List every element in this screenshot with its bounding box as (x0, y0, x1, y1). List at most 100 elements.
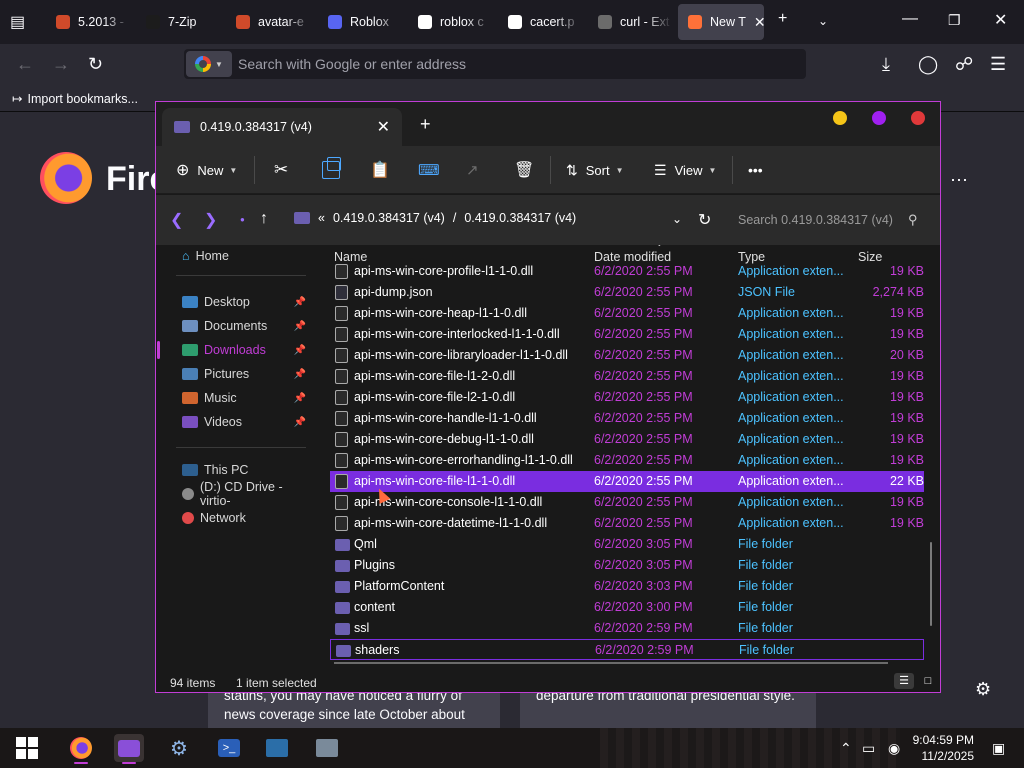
tiles-view-button[interactable]: □ (918, 673, 938, 689)
url-bar[interactable]: ▼ (184, 49, 806, 79)
close-tab-icon[interactable]: ✕ (754, 14, 764, 31)
file-row[interactable]: api-ms-win-core-datetime-l1-1-0.dll 6/2/2… (330, 513, 924, 534)
url-input[interactable] (238, 56, 778, 72)
delete-button[interactable]: 🗑 (514, 158, 534, 182)
rename-button[interactable]: ⌨ (418, 158, 440, 182)
breadcrumb-overflow[interactable]: « (318, 211, 325, 225)
system-clock[interactable]: 9:04:59 PM 11/2/2025 (913, 732, 974, 764)
share-button[interactable]: ↗ (466, 158, 479, 182)
folder-row[interactable]: Qml 6/2/2020 3:05 PM File folder (330, 534, 924, 555)
file-row[interactable]: api-ms-win-core-interlocked-l1-1-0.dll 6/… (330, 324, 924, 345)
address-dropdown-chevron-icon[interactable]: ⌄ (672, 212, 682, 226)
folder-row[interactable]: content 6/2/2020 3:00 PM File folder (330, 597, 924, 618)
display-icon[interactable]: ▭ (862, 740, 875, 757)
browser-tab[interactable]: New T ✕ (678, 4, 764, 40)
file-row[interactable]: api-ms-win-core-profile-l1-1-0.dll 6/2/20… (330, 261, 924, 282)
breadcrumb-segment[interactable]: 0.419.0.384317 (v4) (464, 211, 576, 225)
gear-icon[interactable]: ⚙ (975, 679, 991, 700)
close-dot-icon[interactable] (911, 111, 925, 125)
new-tab-plus-icon[interactable]: + (778, 10, 787, 28)
pin-icon[interactable]: 📌 (294, 417, 306, 428)
nav-item-network[interactable]: Network (156, 507, 314, 529)
new-tab-plus-icon[interactable]: + (420, 114, 431, 135)
browser-tab[interactable]: 7-Zip (136, 4, 220, 40)
search-box[interactable]: ⚲ (724, 203, 932, 237)
forward-arrow-icon[interactable]: → (52, 54, 70, 75)
pin-icon[interactable]: 📌 (294, 321, 306, 332)
maximize-dot-icon[interactable] (872, 111, 886, 125)
show-hidden-icons-chevron-icon[interactable]: ⌃ (840, 740, 852, 757)
taskbar-powershell[interactable]: >_ (214, 734, 244, 762)
extensions-icon[interactable]: ☍ (955, 54, 973, 75)
more-options-icon[interactable]: ⋯ (950, 170, 968, 191)
hamburger-menu-icon[interactable]: ☰ (990, 54, 1006, 75)
file-row[interactable]: api-ms-win-core-console-l1-1-0.dll 6/2/20… (330, 492, 924, 513)
pin-icon[interactable]: 📌 (294, 297, 306, 308)
pin-icon[interactable]: 📌 (294, 369, 306, 380)
file-row[interactable]: api-ms-win-core-errorhandling-l1-1-0.dll… (330, 450, 924, 471)
nav-item-desktop[interactable]: Desktop 📌 (156, 291, 314, 313)
browser-tab[interactable]: 5.2013 - (46, 4, 130, 40)
maximize-icon[interactable]: ❐ (948, 12, 961, 29)
paste-button[interactable]: 📋 (370, 158, 390, 182)
taskbar-monitor-app[interactable] (262, 734, 292, 762)
network-status-icon[interactable]: ◉ (888, 740, 900, 757)
nav-item-downloads[interactable]: Downloads 📌 (156, 339, 314, 361)
view-button[interactable]: ☰ View ▼ (654, 158, 716, 182)
refresh-icon[interactable]: ↻ (698, 210, 711, 230)
search-input[interactable] (738, 213, 908, 227)
file-row[interactable]: api-ms-win-core-debug-l1-1-0.dll 6/2/2020… (330, 429, 924, 450)
file-row[interactable]: api-ms-win-core-file-l1-1-0.dll 6/2/2020 … (330, 471, 924, 492)
nav-item-music[interactable]: Music 📌 (156, 387, 314, 409)
nav-item-cd-drive[interactable]: (D:) CD Drive - virtio- (156, 480, 314, 508)
start-button[interactable] (12, 734, 42, 762)
search-engine-button[interactable]: ▼ (186, 51, 232, 77)
back-arrow-icon[interactable]: ← (16, 54, 34, 75)
account-icon[interactable]: ◯ (918, 54, 938, 75)
folder-row[interactable]: PlatformContent 6/2/2020 3:03 PM File fold… (330, 576, 924, 597)
breadcrumb[interactable]: « 0.419.0.384317 (v4) / 0.419.0.384317 (… (294, 211, 576, 225)
file-row[interactable]: api-ms-win-core-heap-l1-1-0.dll 6/2/2020 … (330, 303, 924, 324)
minimize-dot-icon[interactable] (833, 111, 847, 125)
nav-item-videos[interactable]: Videos 📌 (156, 411, 314, 433)
file-row[interactable]: api-ms-win-core-libraryloader-l1-1-0.dll… (330, 345, 924, 366)
tab-overview-icon[interactable]: ▤ (10, 12, 25, 32)
import-bookmarks-button[interactable]: ↦ Import bookmarks... (12, 91, 138, 107)
new-button[interactable]: ⊕ New ▼ (176, 158, 237, 182)
browser-tab[interactable]: curl - Ext (588, 4, 672, 40)
file-row[interactable]: api-dump.json 6/2/2020 2:55 PM JSON File 2,… (330, 282, 924, 303)
browser-tab[interactable]: roblox c (408, 4, 492, 40)
browser-tab[interactable]: Roblox (318, 4, 402, 40)
recent-locations-icon[interactable]: ● (240, 215, 245, 224)
minimize-icon[interactable]: — (902, 10, 918, 28)
pin-icon[interactable]: 📌 (294, 345, 306, 356)
nav-item-pictures[interactable]: Pictures 📌 (156, 363, 314, 385)
explorer-tab[interactable]: 0.419.0.384317 (v4) ✕ (162, 108, 402, 146)
back-chevron-icon[interactable]: ❮ (170, 210, 183, 230)
see-more-button[interactable]: ••• (748, 158, 763, 182)
file-row[interactable]: api-ms-win-core-file-l2-1-0.dll 6/2/2020 … (330, 387, 924, 408)
downloads-icon[interactable]: ⤓ (882, 54, 890, 75)
nav-item-documents[interactable]: Documents 📌 (156, 315, 314, 337)
breadcrumb-segment[interactable]: 0.419.0.384317 (v4) (333, 211, 445, 225)
taskbar-settings[interactable]: ⚙ (164, 734, 194, 762)
folder-row[interactable]: ssl 6/2/2020 2:59 PM File folder (330, 618, 924, 639)
pin-icon[interactable]: 📌 (294, 393, 306, 404)
file-row[interactable]: api-ms-win-core-file-l1-2-0.dll 6/2/2020 … (330, 366, 924, 387)
browser-tab[interactable]: cacert.p (498, 4, 582, 40)
nav-item-this-pc[interactable]: This PC (156, 459, 314, 481)
details-view-button[interactable]: ☰ (894, 673, 914, 689)
forward-chevron-icon[interactable]: ❯ (204, 210, 217, 230)
sort-button[interactable]: ⇅ Sort ▼ (566, 158, 624, 182)
copy-button[interactable] (322, 157, 341, 182)
file-row[interactable]: api-ms-win-core-handle-l1-1-0.dll 6/2/202… (330, 408, 924, 429)
folder-row[interactable]: shaders 6/2/2020 2:59 PM File folder (330, 639, 924, 660)
taskbar-firefox[interactable] (66, 734, 96, 764)
window-close-icon[interactable]: ✕ (994, 10, 1007, 30)
nav-item-home[interactable]: ⌂ Home (156, 245, 314, 267)
vertical-scrollbar[interactable] (930, 542, 932, 626)
close-tab-icon[interactable]: ✕ (377, 117, 390, 137)
reload-icon[interactable]: ↻ (88, 54, 103, 75)
horizontal-scrollbar[interactable] (334, 662, 888, 664)
folder-row[interactable]: Plugins 6/2/2020 3:05 PM File folder (330, 555, 924, 576)
